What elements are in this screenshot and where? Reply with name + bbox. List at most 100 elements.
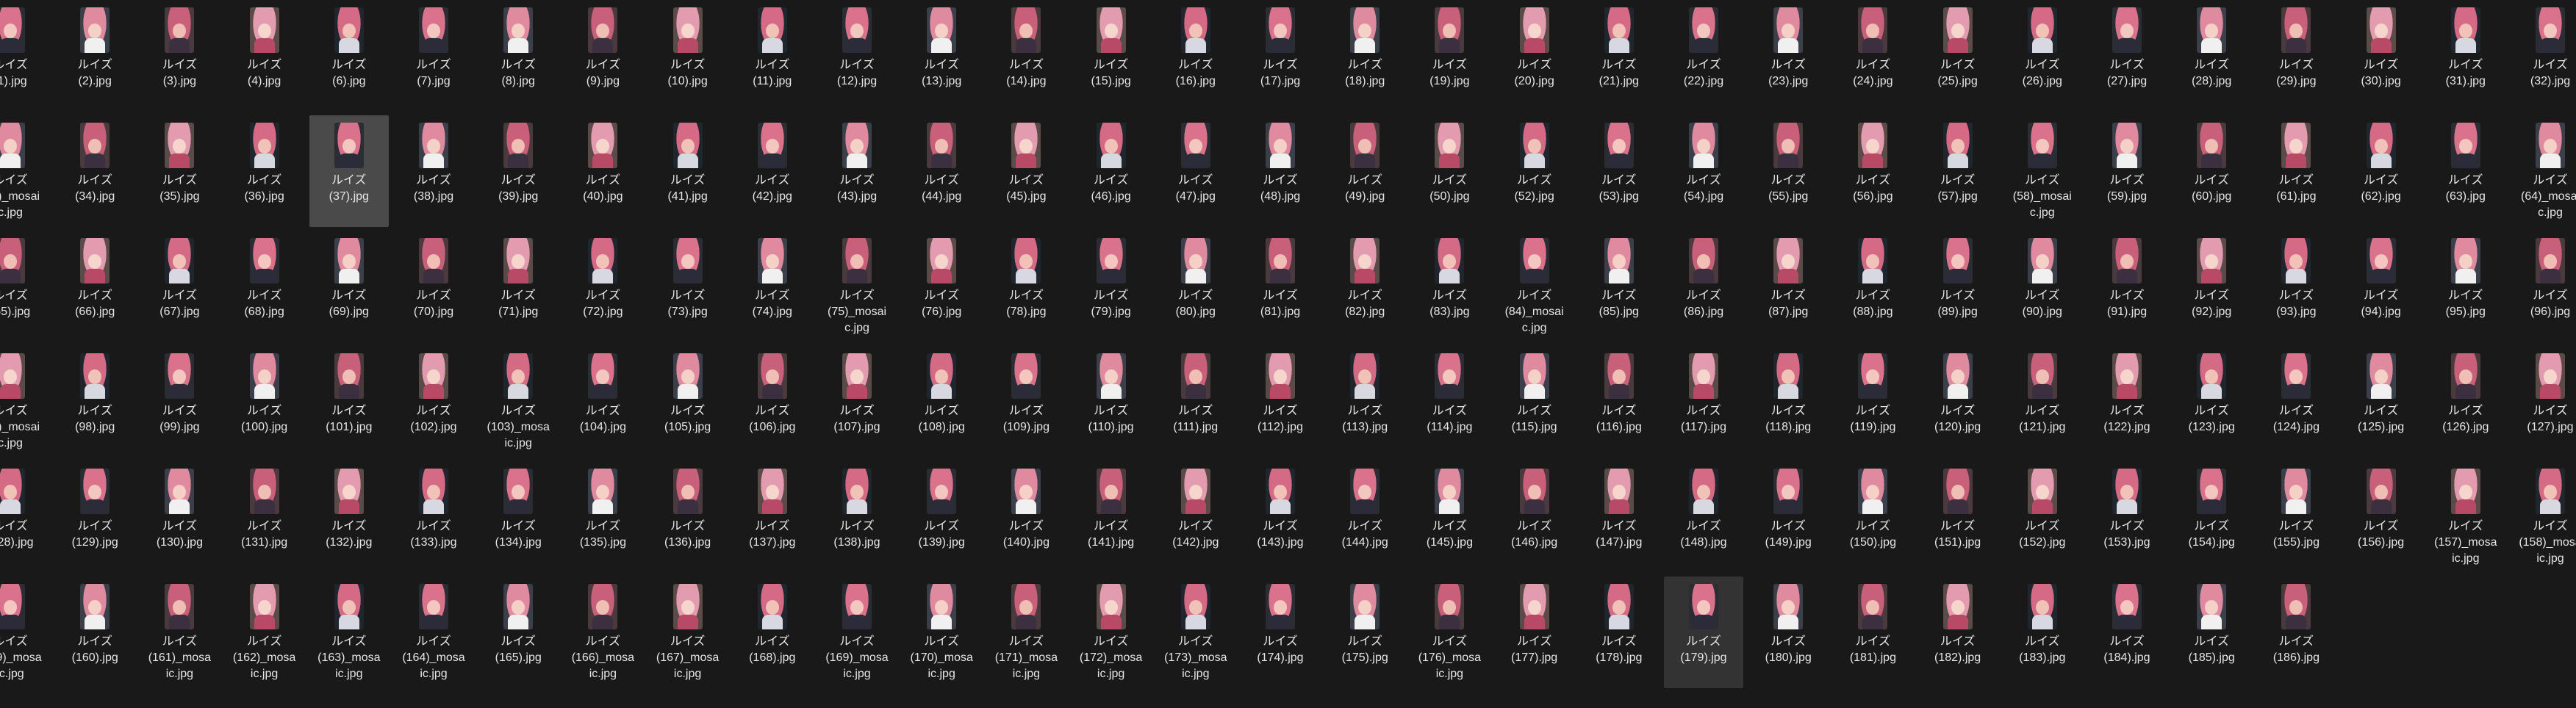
file-item[interactable]: ルイズ (142).jpg xyxy=(1156,461,1235,573)
file-item[interactable]: ルイズ (137).jpg xyxy=(733,461,812,573)
file-item[interactable]: ルイズ (168).jpg xyxy=(733,577,812,688)
file-item[interactable]: ルイズ (40).jpg xyxy=(563,115,642,227)
file-item[interactable]: ルイズ (10).jpg xyxy=(648,0,728,112)
file-item[interactable]: ルイズ (112).jpg xyxy=(1241,346,1320,458)
file-item[interactable]: ルイズ (132).jpg xyxy=(309,461,389,573)
file-item[interactable]: ルイズ (70).jpg xyxy=(394,231,473,342)
file-item[interactable]: ルイズ (72).jpg xyxy=(563,231,642,342)
file-item[interactable]: ルイズ (134).jpg xyxy=(478,461,558,573)
file-item[interactable]: ルイズ (80).jpg xyxy=(1156,231,1235,342)
file-item[interactable]: ルイズ (46).jpg xyxy=(1072,115,1151,227)
file-item[interactable]: ルイズ (69).jpg xyxy=(309,231,389,342)
file-item[interactable]: ルイズ (181).jpg xyxy=(1833,577,1912,688)
file-item[interactable]: ルイズ (52).jpg xyxy=(1495,115,1574,227)
file-item[interactable]: ルイズ (98).jpg xyxy=(55,346,134,458)
file-item[interactable]: ルイズ (23).jpg xyxy=(1748,0,1828,112)
file-item[interactable]: ルイズ (49).jpg xyxy=(1325,115,1404,227)
file-item[interactable]: ルイズ (55).jpg xyxy=(1748,115,1828,227)
file-item[interactable]: ルイズ (182).jpg xyxy=(1918,577,1998,688)
file-item[interactable]: ルイズ (184).jpg xyxy=(2087,577,2167,688)
file-item[interactable]: ルイズ (88).jpg xyxy=(1833,231,1912,342)
file-item[interactable]: ルイズ (133).jpg xyxy=(394,461,473,573)
file-item[interactable]: ルイズ (63).jpg xyxy=(2426,115,2505,227)
file-item[interactable]: ルイズ (115).jpg xyxy=(1495,346,1574,458)
file-item[interactable]: ルイズ (157)_mosa ic.jpg xyxy=(2426,461,2505,573)
file-item[interactable]: ルイズ (45).jpg xyxy=(986,115,1066,227)
file-item[interactable]: ルイズ (172)_mosa ic.jpg xyxy=(1072,577,1151,688)
file-item[interactable]: ルイズ (29).jpg xyxy=(2256,0,2336,112)
file-item[interactable]: ルイズ (83).jpg xyxy=(1410,231,1489,342)
file-item[interactable]: ルイズ (92).jpg xyxy=(2172,231,2251,342)
file-item[interactable]: ルイズ (68).jpg xyxy=(225,231,304,342)
file-item[interactable]: ルイズ (99).jpg xyxy=(140,346,219,458)
file-item[interactable]: ルイズ (180).jpg xyxy=(1748,577,1828,688)
file-item[interactable]: ルイズ (54).jpg xyxy=(1664,115,1743,227)
file-item[interactable]: ルイズ (122).jpg xyxy=(2087,346,2167,458)
file-item[interactable]: ルイズ (81).jpg xyxy=(1241,231,1320,342)
file-item[interactable]: ルイズ (130).jpg xyxy=(140,461,219,573)
file-item[interactable]: ルイズ (156).jpg xyxy=(2342,461,2421,573)
file-item[interactable]: ルイズ (174).jpg xyxy=(1241,577,1320,688)
file-item[interactable]: ルイズ (120).jpg xyxy=(1918,346,1998,458)
file-item[interactable]: ルイズ (6).jpg xyxy=(309,0,389,112)
file-item[interactable]: ルイズ (148).jpg xyxy=(1664,461,1743,573)
file-item[interactable]: ルイズ (19).jpg xyxy=(1410,0,1489,112)
file-item[interactable]: ルイズ (36).jpg xyxy=(225,115,304,227)
file-item[interactable]: ルイズ (4).jpg xyxy=(225,0,304,112)
file-item[interactable]: ルイズ (89).jpg xyxy=(1918,231,1998,342)
file-item[interactable]: ルイズ (140).jpg xyxy=(986,461,1066,573)
file-item[interactable]: ルイズ (111).jpg xyxy=(1156,346,1235,458)
file-item[interactable]: ルイズ (93).jpg xyxy=(2256,231,2336,342)
file-item[interactable]: ルイズ (143).jpg xyxy=(1241,461,1320,573)
file-item[interactable]: ルイズ (173)_mosa ic.jpg xyxy=(1156,577,1235,688)
file-item[interactable]: ルイズ (1).jpg xyxy=(0,0,50,112)
file-item[interactable]: ルイズ (94).jpg xyxy=(2342,231,2421,342)
file-item[interactable]: ルイズ (71).jpg xyxy=(478,231,558,342)
file-item[interactable]: ルイズ (76).jpg xyxy=(902,231,981,342)
file-item[interactable]: ルイズ (105).jpg xyxy=(648,346,728,458)
file-item[interactable]: ルイズ (65).jpg xyxy=(0,231,50,342)
file-item[interactable]: ルイズ (166)_mosa ic.jpg xyxy=(563,577,642,688)
file-item[interactable]: ルイズ (151).jpg xyxy=(1918,461,1998,573)
file-item[interactable]: ルイズ (57).jpg xyxy=(1918,115,1998,227)
file-item[interactable]: ルイズ (178).jpg xyxy=(1579,577,1659,688)
file-item[interactable]: ルイズ (27).jpg xyxy=(2087,0,2167,112)
file-item[interactable]: ルイズ (160).jpg xyxy=(55,577,134,688)
file-item[interactable]: ルイズ (102).jpg xyxy=(394,346,473,458)
file-item[interactable]: ルイズ (53).jpg xyxy=(1579,115,1659,227)
file-item[interactable]: ルイズ (161)_mosa ic.jpg xyxy=(140,577,219,688)
file-item[interactable]: ルイズ (179).jpg xyxy=(1664,577,1743,688)
file-item[interactable]: ルイズ (42).jpg xyxy=(733,115,812,227)
file-item[interactable]: ルイズ (37).jpg xyxy=(309,115,389,227)
file-item[interactable]: ルイズ (26).jpg xyxy=(2003,0,2082,112)
file-item[interactable]: ルイズ (48).jpg xyxy=(1241,115,1320,227)
file-item[interactable]: ルイズ (82).jpg xyxy=(1325,231,1404,342)
file-item[interactable]: ルイズ (101).jpg xyxy=(309,346,389,458)
file-item[interactable]: ルイズ (110).jpg xyxy=(1072,346,1151,458)
file-item[interactable]: ルイズ (116).jpg xyxy=(1579,346,1659,458)
file-item[interactable]: ルイズ (58)_mosai c.jpg xyxy=(2003,115,2082,227)
file-item[interactable]: ルイズ (169)_mosa ic.jpg xyxy=(817,577,897,688)
file-item[interactable]: ルイズ (14).jpg xyxy=(986,0,1066,112)
file-item[interactable]: ルイズ (176)_mosa ic.jpg xyxy=(1410,577,1489,688)
file-item[interactable]: ルイズ (144).jpg xyxy=(1325,461,1404,573)
file-item[interactable]: ルイズ (39).jpg xyxy=(478,115,558,227)
file-item[interactable]: ルイズ (150).jpg xyxy=(1833,461,1912,573)
file-item[interactable]: ルイズ (163)_mosa ic.jpg xyxy=(309,577,389,688)
file-item[interactable]: ルイズ (8).jpg xyxy=(478,0,558,112)
file-item[interactable]: ルイズ (123).jpg xyxy=(2172,346,2251,458)
file-item[interactable]: ルイズ (109).jpg xyxy=(986,346,1066,458)
file-item[interactable]: ルイズ (164)_mosa ic.jpg xyxy=(394,577,473,688)
file-item[interactable]: ルイズ (20).jpg xyxy=(1495,0,1574,112)
file-item[interactable]: ルイズ (17).jpg xyxy=(1241,0,1320,112)
file-item[interactable]: ルイズ (124).jpg xyxy=(2256,346,2336,458)
file-item[interactable]: ルイズ (146).jpg xyxy=(1495,461,1574,573)
file-item[interactable]: ルイズ (59).jpg xyxy=(2087,115,2167,227)
file-item[interactable]: ルイズ (152).jpg xyxy=(2003,461,2082,573)
file-item[interactable]: ルイズ (35).jpg xyxy=(140,115,219,227)
file-item[interactable]: ルイズ (117).jpg xyxy=(1664,346,1743,458)
file-item[interactable]: ルイズ (103)_mosa ic.jpg xyxy=(478,346,558,458)
file-item[interactable]: ルイズ (11).jpg xyxy=(733,0,812,112)
file-item[interactable]: ルイズ (28).jpg xyxy=(2172,0,2251,112)
file-item[interactable]: ルイズ (167)_mosa ic.jpg xyxy=(648,577,728,688)
